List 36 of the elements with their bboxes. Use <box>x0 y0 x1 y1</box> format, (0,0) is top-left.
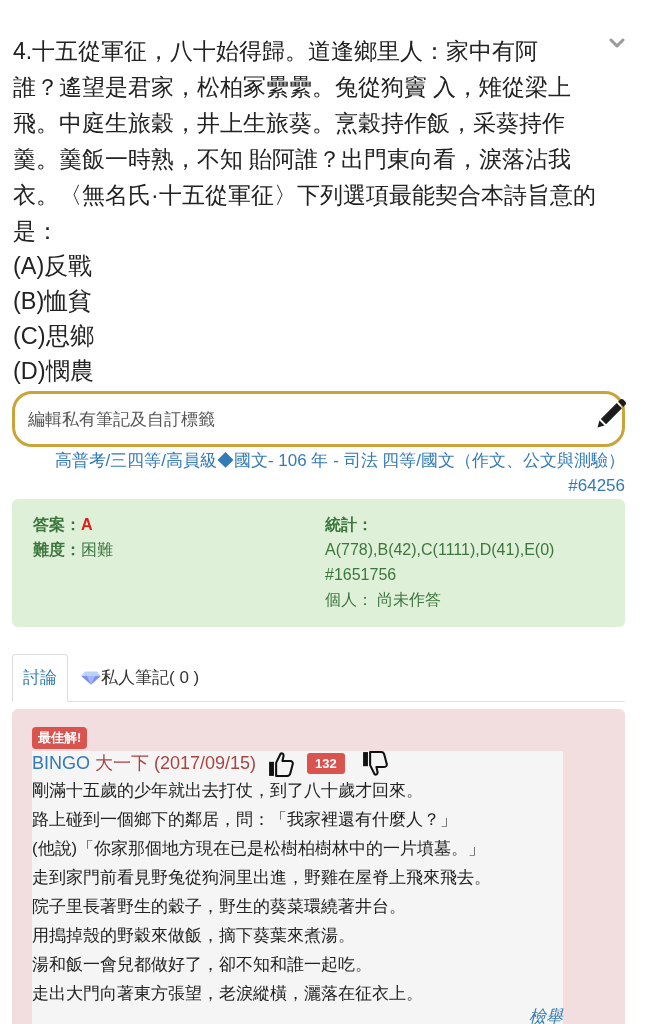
answer-label: 答案： <box>33 516 81 533</box>
thumbs-down-icon[interactable] <box>361 750 388 777</box>
answer-text-line: 院子里長著野生的穀子，野生的葵菜環繞著井台。 <box>32 896 407 918</box>
answer-text-line: 用搗掉殼的野穀來做飯，摘下葵葉來煮湯。 <box>32 925 356 947</box>
like-count: 132 <box>307 753 345 774</box>
answer-text-line: 走出大門向著東方張望，老淚縱橫，灑落在征衣上。 <box>32 983 424 1005</box>
diamond-icon <box>81 671 101 685</box>
answer-text-line: 湯和飯一會兒都做好了，卻不知和誰一起吃。 <box>32 954 373 976</box>
answer-text-line: 路上碰到一個鄉下的鄰居，問：「我家裡還有什麼人？」 <box>32 809 458 831</box>
answer-text-line: 剛滿十五歲的少年就出去打仗，到了八十歲才回來。 <box>32 780 424 802</box>
stats-label: 統計： <box>325 515 374 535</box>
answer-option: (C)思鄉 <box>12 319 94 354</box>
difficulty-label: 難度： <box>33 541 81 558</box>
author-link[interactable]: BINGO <box>32 751 90 776</box>
answer-option: (B)恤貧 <box>12 284 93 319</box>
stats-id: #1651756 <box>325 565 398 585</box>
question-text: 4.十五從軍征，八十始得歸。道逢鄉里人：家中有阿 誰？遙望是君家，松柏冢纍纍。兔從狗竇 入，雉從梁上 飛。中庭生旅穀，井上生旅葵。烹穀持作飯，采葵持作 羹。羹飯一時熟，不知 貽阿誰？出門東向看，淚落沾我 衣。〈無名氏·十五從軍征〉下列選項最能契合本詩旨意的 是： <box>13 37 597 246</box>
pencil-icon[interactable] <box>596 398 627 429</box>
author-info: 大一下 (2017/09/15) <box>95 752 257 775</box>
best-answer-tag: 最佳解! <box>32 727 88 749</box>
stats-text: A(778),B(42),C(1111),D(41),E(0) <box>325 540 555 560</box>
question-id-link[interactable]: #64256 <box>568 476 625 495</box>
tab[interactable]: 討論 <box>12 654 68 702</box>
difficulty-value: 困難 <box>81 541 113 558</box>
category-link[interactable]: 高普考/三四等/高員級◆國文- 106 年 - 司法 四等/國文（作文、公文與測驗） <box>54 451 625 470</box>
tab[interactable]: 私人筆記( 0 ) <box>70 654 211 702</box>
chevron-down-icon[interactable] <box>609 38 625 48</box>
report-link[interactable]: 檢舉 <box>529 1007 563 1024</box>
note-field[interactable]: 編輯私有筆記及自訂標籤 <box>12 391 625 447</box>
answer-option: (D)憫農 <box>12 354 94 389</box>
answer-value: A <box>81 516 93 533</box>
personal-status: 個人： 尚未作答 <box>325 590 443 610</box>
answer-option: (A)反戰 <box>12 249 93 284</box>
thumbs-up-icon[interactable] <box>268 750 295 777</box>
answer-text-line: 走到家門前看見野兔從狗洞里出進，野雞在屋脊上飛來飛去。 <box>32 867 492 889</box>
answer-text-line: (他說)「你家那個地方現在已是松樹柏樹林中的一片墳墓。」 <box>32 838 487 860</box>
